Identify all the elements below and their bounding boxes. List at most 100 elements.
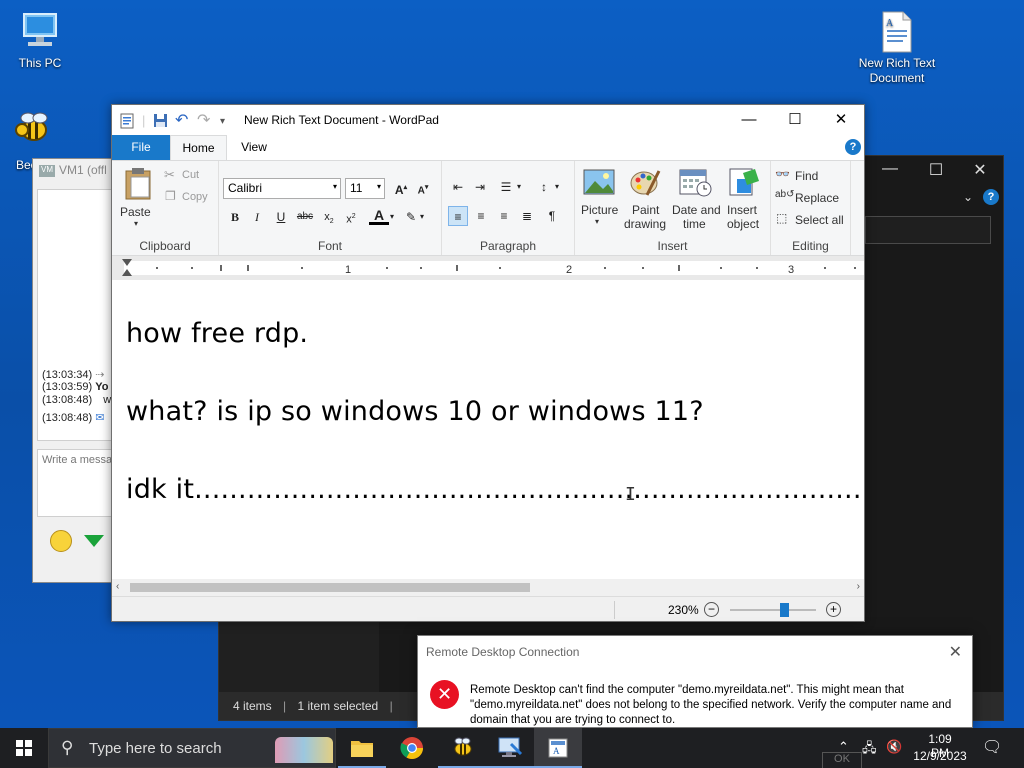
zoom-slider[interactable] [730,609,816,611]
find-button[interactable]: 👓 Find [775,167,847,185]
close-icon[interactable]: ✕ [957,160,1003,180]
decrease-indent-icon[interactable]: ⇤ [448,177,468,197]
chevron-down-icon[interactable]: ▾ [552,177,562,197]
save-icon[interactable] [153,113,168,131]
send-icon[interactable] [84,535,104,547]
find-label: Find [795,169,819,183]
scrollbar-thumb[interactable] [130,583,530,592]
select-all-button[interactable]: ⬚ Select all [775,211,851,229]
maximize-icon[interactable]: ☐ [913,160,959,180]
bullets-icon[interactable]: ☰ [496,177,516,197]
tab-home[interactable]: Home [170,135,227,161]
paste-icon [125,168,151,200]
wordpad-app-icon[interactable] [120,113,134,132]
scroll-right-icon[interactable]: › [857,581,860,592]
paragraph-settings-icon[interactable]: ¶ [542,206,562,226]
align-center-icon[interactable]: ≡ [471,206,491,226]
line-spacing-icon[interactable]: ↕ [534,177,554,197]
text-color-icon[interactable]: A [369,205,389,225]
ruler[interactable]: 1 2 3 [112,256,864,280]
underline-icon[interactable]: U [271,207,291,227]
wordpad-window[interactable]: | ↶ ↷ ▾ New Rich Text Document - WordPad… [111,104,865,622]
group-label: Insert [657,239,688,253]
zoom-out-icon[interactable]: − [704,602,719,617]
taskbar-beebeep[interactable] [438,728,486,768]
taskbar-file-explorer[interactable] [338,728,386,768]
align-right-icon[interactable]: ≡ [494,206,514,226]
superscript-icon[interactable]: x2 [341,207,361,227]
taskbar-remote-desktop[interactable] [486,728,534,768]
document-icon: A [875,10,919,54]
chat-line: (13:03:59) Yo [42,381,108,393]
indent-marker[interactable] [122,259,132,266]
paste-button[interactable]: Paste ▾ [118,165,160,233]
font-size-select[interactable]: 11 ▾ [345,178,385,199]
document-area[interactable]: how free rdp. what? is ip so windows 10 … [112,280,864,580]
increase-indent-icon[interactable]: ⇥ [470,177,490,197]
bold-icon[interactable]: B [225,207,245,227]
italic-icon[interactable]: I [247,207,267,227]
ruler-number: 2 [566,264,573,276]
replace-button[interactable]: ab↺ Replace [775,189,847,207]
tab-file[interactable]: File [112,135,170,160]
horizontal-scrollbar[interactable]: ‹ › [112,579,864,596]
undo-icon[interactable]: ↶ [175,110,188,130]
date-time-button[interactable]: Date and time [671,165,721,235]
scroll-left-icon[interactable]: ‹ [116,581,119,592]
bee-icon [454,737,472,756]
help-icon[interactable]: ? [983,189,999,205]
minimize-icon[interactable]: — [726,108,772,132]
chevron-down-icon: ▾ [376,182,381,191]
maximize-icon[interactable]: ☐ [772,108,818,132]
customize-qat-icon[interactable]: ▾ [220,116,225,127]
grow-font-icon[interactable]: A▴ [391,178,411,198]
desktop-icon-this-pc[interactable]: This PC [0,10,80,71]
justify-icon[interactable]: ≣ [517,206,537,226]
search-box[interactable] [865,216,991,244]
desktop-icon-beebeep[interactable]: Bee [0,108,48,172]
taskbar-chrome[interactable] [388,728,436,768]
subscript-icon[interactable]: x2 [319,207,339,227]
font-family-select[interactable]: Calibri ▾ [223,178,341,199]
smiley-icon[interactable] [50,530,72,552]
chevron-down-icon[interactable]: ▾ [417,207,427,227]
ruler-tick [604,267,606,269]
taskbar-wordpad[interactable]: A [534,728,582,768]
minimize-icon[interactable]: — [867,160,913,178]
ribbon-tabs: File Home View ? [112,135,864,161]
chevron-up-icon[interactable]: ⌃ [838,739,849,755]
shrink-font-icon[interactable]: A▾ [413,178,433,198]
taskbar-search[interactable]: ⚲ Type here to search [48,728,336,768]
chevron-down-icon[interactable]: ▾ [387,207,397,227]
windows-logo-icon [16,740,32,756]
paint-drawing-button[interactable]: Paint drawing [622,165,668,235]
start-button[interactable] [0,728,48,768]
close-icon[interactable]: ✕ [818,108,864,132]
ruler-tick [247,265,249,271]
chevron-down-icon[interactable]: ▾ [514,177,524,197]
rdp-error-dialog[interactable]: Remote Desktop Connection ✕ ✕ Remote Des… [417,635,973,728]
strikethrough-icon[interactable]: abc [295,207,315,227]
zoom-slider-thumb[interactable] [780,603,789,617]
indent-marker[interactable] [122,269,132,276]
clock-date[interactable]: 12/9/2023 [910,749,970,763]
ribbon-expand-icon[interactable]: ⌄ [963,190,973,204]
help-icon[interactable]: ? [845,139,861,155]
wordpad-titlebar[interactable]: | ↶ ↷ ▾ New Rich Text Document - WordPad… [112,105,864,135]
paint-label-2: drawing [624,217,667,231]
align-left-icon[interactable]: ≡ [448,206,468,226]
network-icon[interactable]: 🖧 [862,739,877,761]
tab-view[interactable]: View [230,135,278,160]
desktop-icon-new-rtf[interactable]: A New Rich Text Document [857,10,937,86]
close-icon[interactable]: ✕ [949,642,962,662]
document-line: how free rdp. [126,318,309,349]
insert-object-button[interactable]: Insert object [723,165,767,235]
date-label-1: Date and [672,203,721,217]
ruler-tick [642,267,644,269]
volume-muted-icon[interactable]: 🔇 [886,739,902,755]
zoom-in-icon[interactable]: + [826,602,841,617]
picture-button[interactable]: Picture ▾ [579,165,619,235]
taskbar: ⚲ Type here to search A OK ⌃ 🖧 🔇 1:09 PM… [0,728,1024,768]
ruler-tick [499,267,501,269]
notification-icon[interactable]: 🗨 [982,737,1002,757]
